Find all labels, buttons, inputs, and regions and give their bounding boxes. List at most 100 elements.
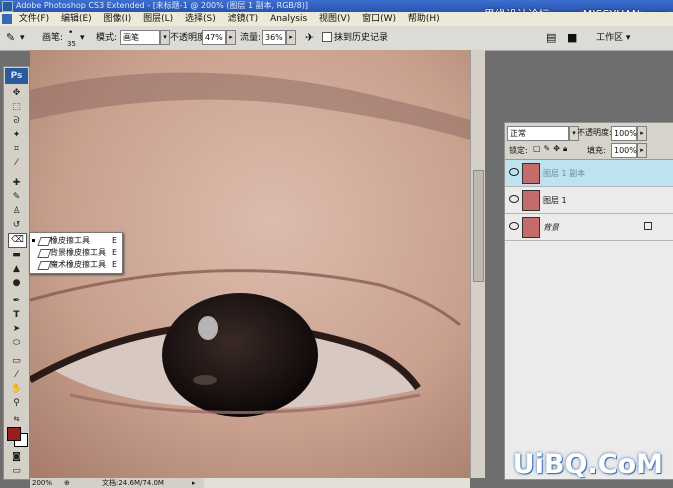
mode-label: 模式:: [96, 33, 118, 43]
flyout-item-magic-eraser[interactable]: 魔术橡皮擦工具 E: [30, 259, 122, 271]
flyout-item-label: 橡皮擦工具: [50, 236, 90, 245]
blend-mode-select[interactable]: 正常: [507, 126, 569, 141]
menu-filter[interactable]: 滤镜(T): [228, 14, 259, 24]
lasso-tool-icon[interactable]: ᘐ: [8, 115, 25, 128]
visibility-eye-icon[interactable]: [509, 168, 519, 176]
fill-label: 填充:: [587, 146, 606, 155]
quick-mask-icon[interactable]: ◙: [8, 451, 25, 464]
history-brush-tool-icon[interactable]: ↺: [8, 219, 25, 232]
menu-edit[interactable]: 编辑(E): [61, 14, 92, 24]
foreground-color-swatch[interactable]: [7, 427, 21, 441]
healing-brush-tool-icon[interactable]: ✚: [8, 177, 25, 190]
layer-thumbnail: [522, 190, 540, 211]
options-bar: ✎ ▾ 画笔: • 35 ▾ 模式: 画笔 ▾ 不透明度: 47% ▸ 流量: 36…: [0, 26, 673, 51]
crop-tool-icon[interactable]: ⌗: [8, 143, 25, 156]
layer-thumbnail: [522, 163, 540, 184]
preset-arrow[interactable]: ▾: [20, 26, 25, 50]
notes-tool-icon[interactable]: ▭: [8, 355, 25, 368]
status-menu-arrow[interactable]: ▸: [192, 478, 196, 488]
history-label: 抹到历史记录: [334, 33, 389, 43]
horizontal-scrollbar[interactable]: [204, 478, 470, 488]
vertical-scrollbar[interactable]: [470, 50, 485, 478]
selected-dot-icon: [32, 239, 35, 242]
brush-tool-icon[interactable]: ✎: [8, 191, 25, 204]
zoom-level[interactable]: 200%: [32, 478, 52, 488]
bridge-icon[interactable]: ■: [567, 26, 577, 50]
layers-panel: 正常 ▾ 不透明度: 100% ▸ 锁定: ▢✎✥🔒︎ 填充: 100% ▸ 图层 1…: [504, 122, 673, 480]
layer-opacity-input[interactable]: 100%: [611, 126, 637, 141]
flyout-item-shortcut: E: [112, 248, 118, 257]
clone-stamp-tool-icon[interactable]: ♙: [8, 205, 25, 218]
brush-picker-arrow[interactable]: ▾: [80, 26, 85, 50]
magic-wand-tool-icon[interactable]: ✦: [8, 129, 25, 142]
layer-name: 图层 1 副本: [543, 169, 586, 178]
flow-slider-arrow[interactable]: ▸: [286, 30, 296, 45]
eyedropper-tool-icon[interactable]: ⁄: [8, 157, 25, 170]
shape-tool-icon[interactable]: ⬭: [8, 337, 25, 350]
flyout-item-shortcut: E: [112, 236, 118, 245]
swap-colors-icon[interactable]: ⇆: [8, 413, 25, 426]
path-selection-tool-icon[interactable]: ➤: [8, 323, 25, 336]
status-icon[interactable]: ⊕: [64, 478, 70, 488]
palette-well-icon[interactable]: ▤: [546, 26, 556, 50]
flyout-item-eraser[interactable]: 橡皮擦工具 E: [30, 235, 122, 247]
layer-name: 图层 1: [543, 196, 567, 205]
brush-label: 画笔:: [42, 33, 64, 43]
workspace-button[interactable]: 工作区 ▾: [596, 26, 630, 50]
toolbox: Ps ✥ ⬚ ᘐ ✦ ⌗ ⁄ ✚ ✎ ♙ ↺ ⌫ ▬ ▲ ● ✒ T ➤ ⬭ ▭…: [3, 66, 30, 480]
marquee-tool-icon[interactable]: ⬚: [8, 101, 25, 114]
lock-label: 锁定:: [509, 146, 528, 155]
history-checkbox[interactable]: [322, 32, 332, 42]
menu-analysis[interactable]: Analysis: [270, 14, 307, 24]
menu-window[interactable]: 窗口(W): [362, 14, 396, 24]
app-icon: [2, 1, 13, 12]
watermark-bottom: UiBQ.CoM: [512, 449, 663, 480]
move-tool-icon[interactable]: ✥: [8, 87, 25, 100]
layers-panel-controls: 正常 ▾ 不透明度: 100% ▸ 锁定: ▢✎✥🔒︎ 填充: 100% ▸: [505, 123, 673, 160]
flyout-item-background-eraser[interactable]: 背景橡皮擦工具 E: [30, 247, 122, 259]
zoom-tool-icon[interactable]: ⚲: [8, 397, 25, 410]
pen-tool-icon[interactable]: ✒: [8, 295, 25, 308]
fill-arrow[interactable]: ▸: [637, 143, 647, 158]
menu-bar: 文件(F) 编辑(E) 图像(I) 图层(L) 选择(S) 滤镜(T) Anal…: [0, 12, 673, 26]
flow-label: 流量:: [240, 33, 262, 43]
menu-file[interactable]: 文件(F): [19, 14, 49, 24]
dodge-tool-icon[interactable]: ●: [8, 277, 25, 290]
menu-select[interactable]: 选择(S): [185, 14, 216, 24]
window-title: Adobe Photoshop CS3 Extended - [未标题-1 @ …: [16, 1, 308, 10]
visibility-eye-icon[interactable]: [509, 195, 519, 203]
eyedropper2-tool-icon[interactable]: ⁄: [8, 369, 25, 382]
ps-menu-icon[interactable]: [2, 14, 12, 24]
flyout-item-label: 魔术橡皮擦工具: [50, 260, 106, 269]
opacity-slider-arrow[interactable]: ▸: [226, 30, 236, 45]
eraser-tool-icon[interactable]: ⌫: [8, 233, 27, 248]
gradient-tool-icon[interactable]: ▬: [8, 249, 25, 262]
screen-mode-icon[interactable]: ▭: [8, 465, 25, 478]
layer-opacity-label: 不透明度:: [577, 128, 612, 137]
hand-tool-icon[interactable]: ✋: [8, 383, 25, 396]
layer-row[interactable]: 图层 1: [505, 187, 673, 214]
layer-row[interactable]: 背景: [505, 214, 673, 241]
fill-input[interactable]: 100%: [611, 143, 637, 158]
eraser-preset-icon[interactable]: ✎: [6, 26, 15, 50]
layer-name: 背景: [543, 223, 559, 232]
flow-input[interactable]: 36%: [262, 30, 286, 45]
mode-dropdown-arrow[interactable]: ▾: [160, 30, 170, 45]
vertical-scroll-thumb[interactable]: [473, 170, 484, 282]
type-tool-icon[interactable]: T: [8, 309, 25, 322]
mode-select[interactable]: 画笔: [120, 30, 160, 45]
menu-view[interactable]: 视图(V): [319, 14, 350, 24]
layer-opacity-arrow[interactable]: ▸: [637, 126, 647, 141]
visibility-eye-icon[interactable]: [509, 222, 519, 230]
menu-image[interactable]: 图像(I): [104, 14, 132, 24]
menu-help[interactable]: 帮助(H): [408, 14, 440, 24]
lock-icons[interactable]: ▢✎✥🔒︎: [533, 144, 570, 154]
workspace-label: 工作区: [596, 33, 624, 43]
opacity-input[interactable]: 47%: [202, 30, 226, 45]
airbrush-icon[interactable]: ✈: [305, 26, 314, 50]
layer-row[interactable]: 图层 1 副本: [505, 160, 673, 187]
blur-tool-icon[interactable]: ▲: [8, 263, 25, 276]
menu-layer[interactable]: 图层(L): [143, 14, 173, 24]
lock-icon: [644, 222, 652, 230]
eraser-flyout-menu: 橡皮擦工具 E 背景橡皮擦工具 E 魔术橡皮擦工具 E: [29, 232, 123, 274]
